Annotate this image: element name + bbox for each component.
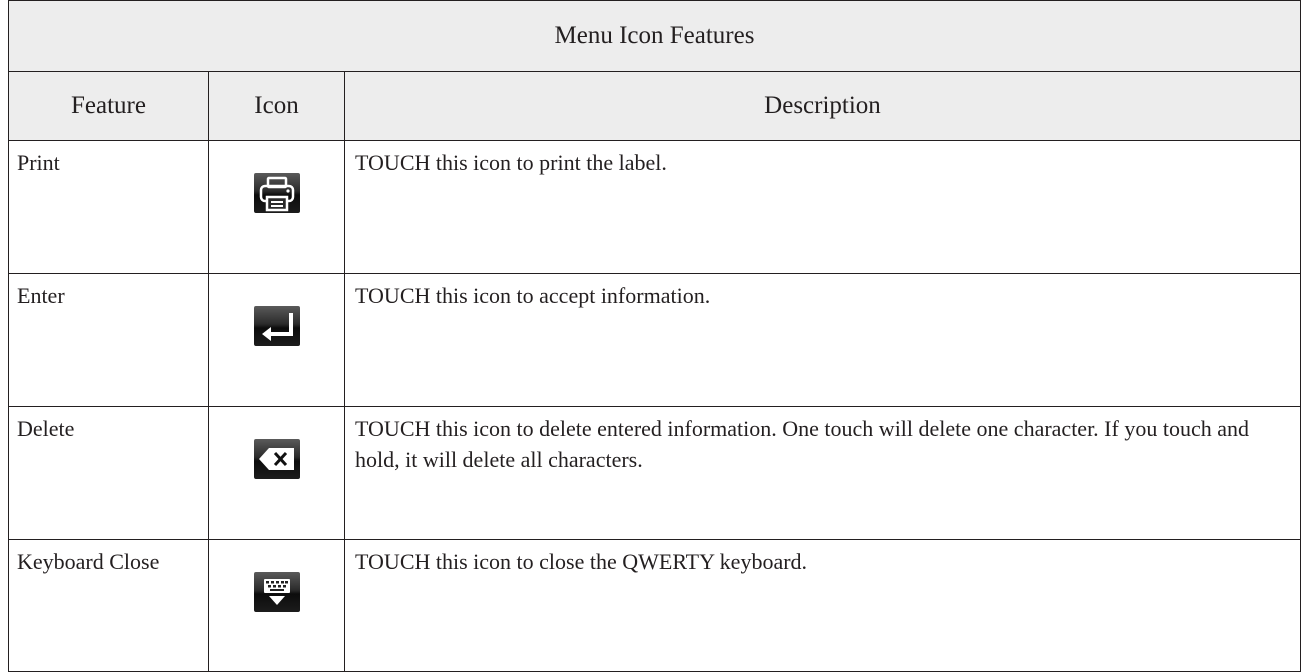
column-header-feature: Feature bbox=[8, 71, 209, 141]
table-row-print: Print TOUCH this icon to print the label… bbox=[8, 140, 1301, 274]
icon-cell bbox=[208, 140, 345, 274]
table-title-row: Menu Icon Features bbox=[8, 0, 1301, 72]
icon-cell bbox=[208, 273, 345, 407]
feature-name: Print bbox=[8, 140, 209, 274]
table-row-enter: Enter TOUCH this icon to accept informat… bbox=[8, 273, 1301, 407]
menu-icon-features-table: Menu Icon Features Feature Icon Descript… bbox=[8, 0, 1301, 672]
printer-icon bbox=[253, 173, 300, 213]
table-header-row: Feature Icon Description bbox=[8, 71, 1301, 141]
column-header-icon: Icon bbox=[208, 71, 345, 141]
backspace-delete-icon bbox=[253, 439, 300, 479]
feature-name: Delete bbox=[8, 406, 209, 540]
feature-description: TOUCH this icon to print the label. bbox=[344, 140, 1301, 274]
table-title: Menu Icon Features bbox=[8, 0, 1301, 72]
feature-description: TOUCH this icon to delete entered inform… bbox=[344, 406, 1301, 540]
table-row-delete: Delete TOUCH this icon to delete entered… bbox=[8, 406, 1301, 540]
feature-name: Enter bbox=[8, 273, 209, 407]
enter-return-icon bbox=[253, 306, 300, 346]
column-header-description: Description bbox=[344, 71, 1301, 141]
feature-description: TOUCH this icon to accept information. bbox=[344, 273, 1301, 407]
keyboard-close-icon bbox=[253, 572, 300, 612]
icon-cell bbox=[208, 406, 345, 540]
